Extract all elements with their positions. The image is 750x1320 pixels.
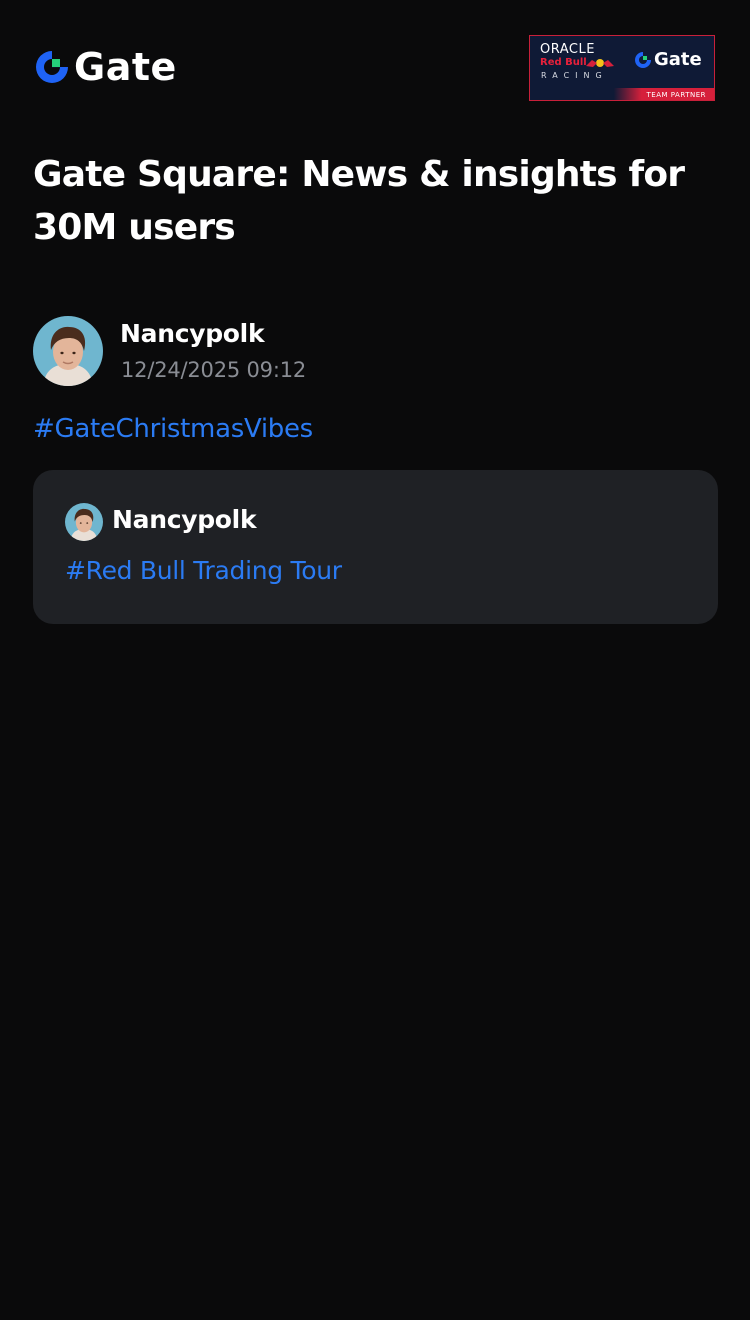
partner-line-racing: RACING: [541, 71, 608, 80]
post-hashtag-link[interactable]: #GateChristmasVibes: [33, 414, 313, 444]
post-timestamp: 12/24/2025 09:12: [121, 358, 307, 382]
post-author-name[interactable]: Nancypolk: [120, 319, 265, 348]
quoted-author-name[interactable]: Nancypolk: [112, 505, 257, 534]
post-author-row: Nancypolk 12/24/2025 09:12: [33, 316, 718, 388]
partner-line-oracle: ORACLE: [540, 42, 595, 57]
partner-line-redbull: Red Bull: [540, 57, 587, 68]
gate-logo[interactable]: Gate: [34, 48, 177, 86]
partner-strip: TEAM PARTNER: [530, 88, 714, 100]
quoted-hashtag-link[interactable]: #Red Bull Trading Tour: [65, 556, 342, 585]
partner-gate-icon: [635, 52, 651, 68]
gate-logo-text: Gate: [74, 45, 177, 89]
partner-gate-logo: Gate: [634, 51, 702, 69]
quoted-user-avatar-icon[interactable]: [65, 503, 103, 541]
post: Nancypolk 12/24/2025 09:12 #GateChristma…: [33, 316, 718, 624]
partner-strip-label: TEAM PARTNER: [646, 91, 706, 99]
page-title: Gate Square: News & insights for 30M use…: [33, 154, 685, 248]
quoted-post-card[interactable]: Nancypolk #Red Bull Trading Tour: [33, 470, 718, 624]
app-header: Gate ORACLE Red Bull RACING Gate TEAM PA…: [0, 0, 750, 110]
partner-gate-text: Gate: [654, 49, 702, 70]
user-avatar-icon[interactable]: [33, 316, 103, 386]
team-partner-badge[interactable]: ORACLE Red Bull RACING Gate TEAM PARTNER: [529, 35, 715, 101]
gate-logo-icon: [34, 49, 70, 85]
